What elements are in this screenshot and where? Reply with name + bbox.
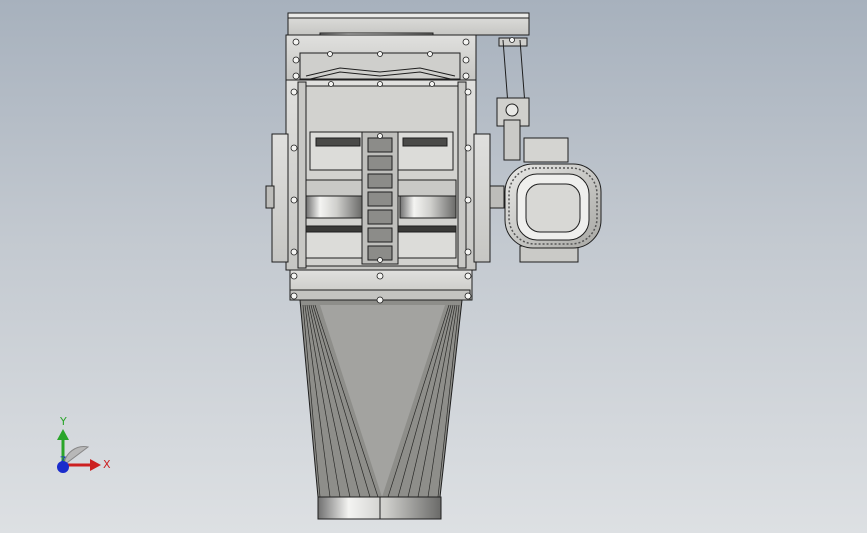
left-shaft (305, 195, 363, 219)
z-axis-label: Z (60, 456, 67, 466)
y-axis-label: Y (60, 415, 67, 428)
coordinate-triad (40, 405, 130, 485)
x-axis-label: X (103, 458, 111, 471)
triad-arc-icon (63, 446, 90, 467)
right-side-bracket (473, 133, 491, 263)
motor-terminal-box (523, 137, 569, 163)
right-shaft (399, 195, 457, 219)
cad-model[interactable] (0, 0, 867, 533)
graphics-viewport[interactable]: Y X Z (0, 0, 867, 533)
